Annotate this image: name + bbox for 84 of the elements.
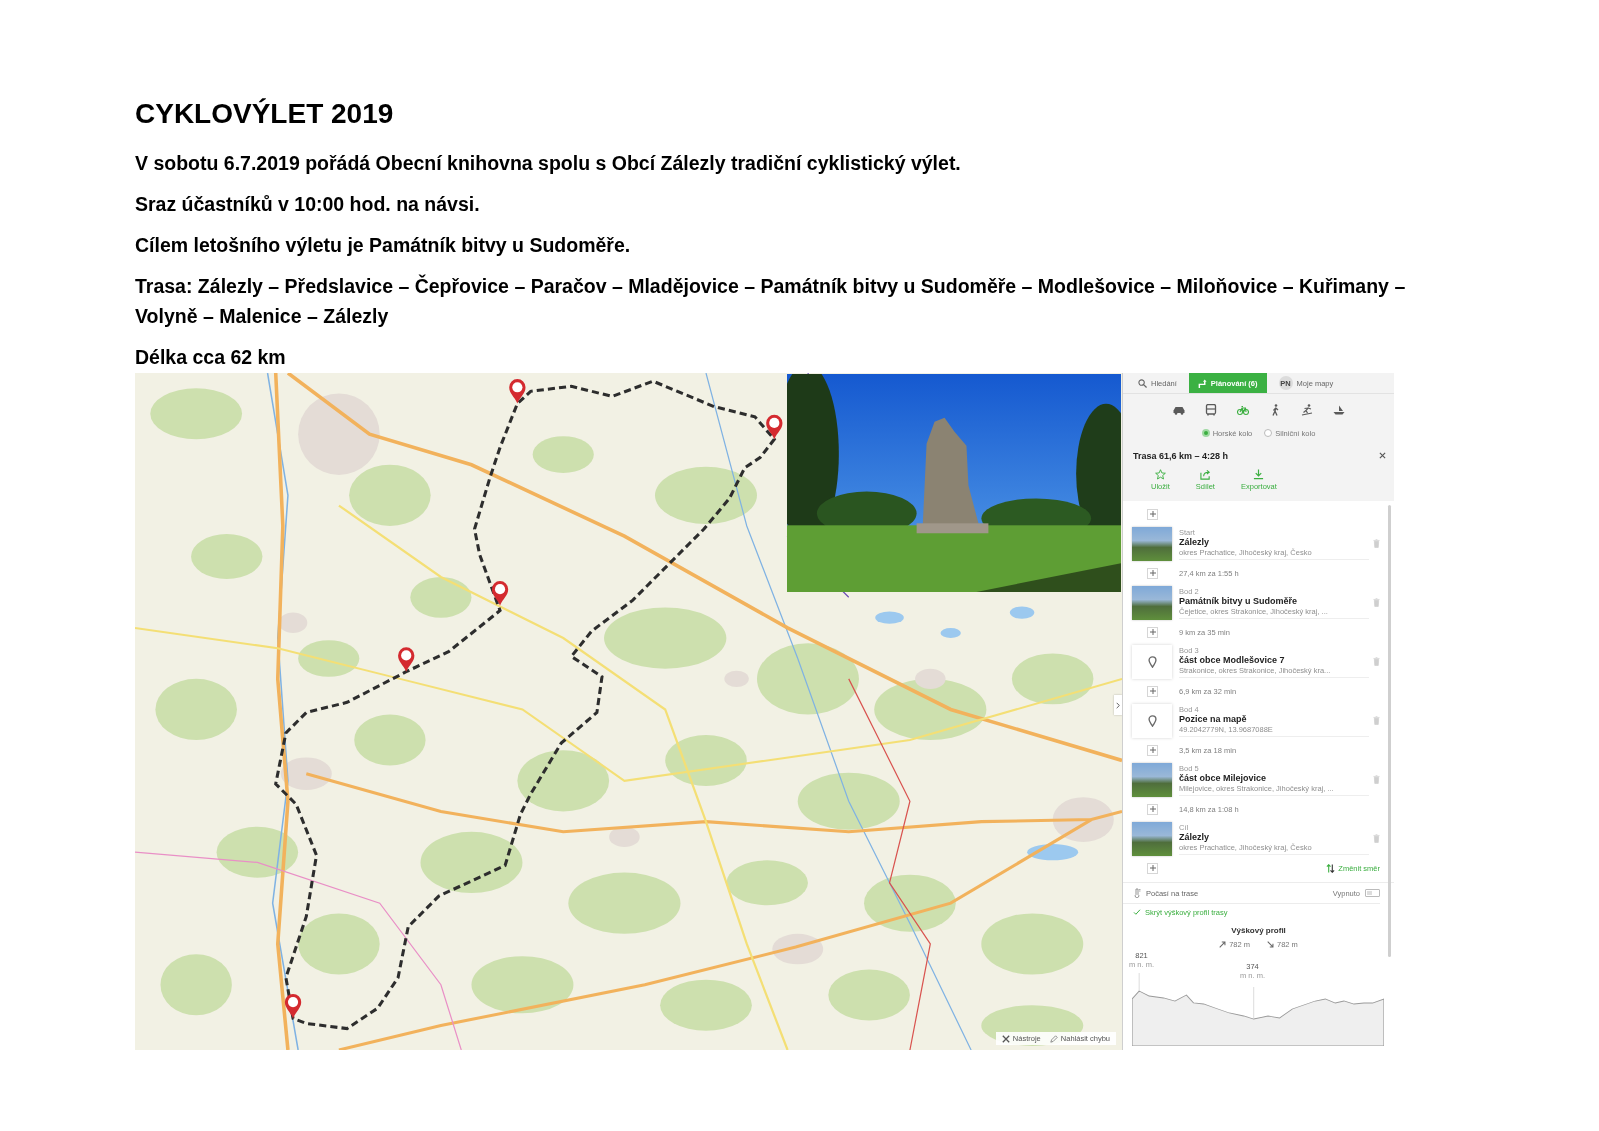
location-pin-icon — [1147, 655, 1157, 668]
forest-area — [354, 714, 426, 766]
stop-name: část obce Milejovice — [1179, 772, 1268, 784]
thumbnail-photo — [1132, 526, 1172, 561]
collapse-panel-button[interactable] — [1114, 695, 1122, 715]
plus-icon — [1149, 570, 1156, 576]
route-summary: Trasa 61,6 km – 4:28 h — [1133, 450, 1229, 461]
scrollbar[interactable] — [1388, 505, 1391, 957]
bus-icon[interactable] — [1204, 404, 1217, 416]
close-icon — [1379, 452, 1386, 459]
car-icon[interactable] — [1172, 404, 1185, 416]
search-icon — [1138, 378, 1147, 388]
paragraph: Cílem letošního výletu je Památník bitvy u Sudoměře. — [135, 233, 631, 258]
tools-icon — [1001, 1034, 1010, 1043]
route-icon — [1197, 378, 1207, 388]
paragraph: Sraz účastníků v 10:00 hod. na návsi. — [135, 192, 480, 217]
swap-arrows-icon — [1326, 863, 1336, 873]
plus-icon — [1149, 806, 1156, 812]
plus-icon — [1149, 747, 1156, 753]
pin-icon[interactable] — [491, 581, 509, 606]
thumbnail-photo — [1132, 762, 1172, 797]
star-icon — [1154, 469, 1166, 480]
forest-area — [410, 576, 472, 618]
forest-area — [191, 534, 263, 579]
trash-icon — [1373, 834, 1380, 843]
pond — [1027, 844, 1079, 861]
plus-icon — [1149, 688, 1156, 694]
share-icon — [1199, 469, 1211, 480]
pond — [875, 611, 904, 624]
boat-icon[interactable] — [1332, 404, 1345, 416]
pencil-icon — [1049, 1034, 1058, 1043]
pin-icon[interactable] — [284, 993, 302, 1019]
thermometer-icon — [1133, 888, 1141, 898]
add-stop-button[interactable] — [1147, 685, 1158, 697]
pin-icon[interactable] — [398, 647, 415, 672]
skier-icon[interactable] — [1300, 404, 1313, 416]
stop-name: Pozice na mapě — [1179, 713, 1248, 725]
town-area — [772, 933, 824, 965]
town-area — [1052, 797, 1114, 842]
town-area — [915, 668, 946, 690]
location-pin-icon — [1147, 714, 1157, 727]
stop-name: část obce Modlešovice 7 — [1179, 654, 1286, 666]
stop-name: Zálezly — [1179, 831, 1210, 843]
ascent-icon — [1219, 940, 1227, 948]
stop-name: Památník bitvy u Sudoměře — [1179, 595, 1299, 607]
pin-icon[interactable] — [509, 379, 526, 404]
paragraph: V sobotu 6.7.2019 pořádá Obecní knihovna spolu s Obcí Zálezly tradiční cyklistický výlet. — [135, 151, 961, 176]
trash-icon — [1373, 539, 1380, 548]
trash-icon — [1373, 716, 1380, 725]
pond — [1009, 606, 1035, 619]
add-stop-button[interactable] — [1147, 626, 1158, 638]
add-stop-button[interactable] — [1147, 803, 1158, 815]
page-title: CYKLOVÝLET 2019 — [135, 97, 394, 131]
add-stop-button[interactable] — [1147, 744, 1158, 756]
paragraph: Trasa: Zálezly – Předslavice – Čepřovice – Paračov – Mladějovice – Památník bitvy u Sudoměře – Modlešovice – Miloňovice – Kuřimany – Volyně – Malenice – Zálezly — [135, 273, 1407, 329]
pond — [940, 627, 961, 639]
weather-toggle[interactable] — [1365, 889, 1380, 897]
chevron-right-icon — [1116, 701, 1120, 709]
add-stop-button[interactable] — [1147, 567, 1158, 579]
trash-icon — [1373, 657, 1380, 666]
close-button[interactable] — [1379, 452, 1386, 459]
trash-icon — [1373, 598, 1380, 607]
bicycle-icon[interactable] — [1236, 404, 1249, 416]
plus-icon — [1149, 865, 1156, 871]
pin-icon[interactable] — [766, 414, 783, 440]
forest-area — [160, 954, 232, 1016]
add-stop-button[interactable] — [1147, 508, 1158, 520]
profile-title: Výškový profil — [1230, 925, 1287, 937]
stop-name: Zálezly — [1179, 536, 1210, 548]
plus-icon — [1149, 629, 1156, 635]
thumbnail-photo — [1132, 821, 1172, 856]
descent-icon — [1267, 940, 1274, 948]
town-area — [278, 612, 308, 633]
forest-area — [298, 640, 360, 677]
trash-icon — [1373, 775, 1380, 784]
plus-icon — [1149, 511, 1156, 517]
thumbnail-photo — [1132, 585, 1172, 620]
download-icon — [1253, 469, 1265, 480]
check-icon — [1133, 909, 1141, 915]
forest-area — [532, 436, 594, 473]
add-stop-button[interactable] — [1147, 862, 1158, 874]
town-area — [609, 826, 640, 848]
town-area — [280, 757, 332, 790]
paragraph: Délka cca 62 km — [135, 345, 286, 370]
